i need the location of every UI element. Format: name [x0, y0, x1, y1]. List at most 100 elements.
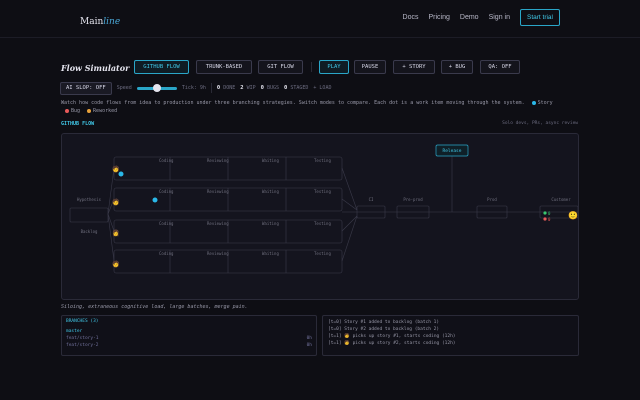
branch-row[interactable]: master — [66, 328, 312, 335]
legend-reworked: Reworked — [83, 108, 117, 114]
branches-panel: BRANCHES (3) master feat/story-1 0h feat/… — [61, 315, 317, 356]
description-text: Watch how code flows from idea to produc… — [61, 100, 525, 106]
pause-button[interactable]: PAUSE — [354, 60, 386, 74]
stat-bugs-value: 0 — [260, 85, 264, 91]
customer-ok-dot — [543, 211, 547, 215]
status-separator — [210, 83, 212, 93]
prod-label: Prod — [487, 197, 497, 202]
stage-labels: Coding Reviewing Waiting Testing Coding … — [159, 158, 331, 256]
simulator-description: Watch how code flows from idea to produc… — [61, 99, 561, 115]
stage-label: Waiting — [262, 189, 279, 194]
flow-canvas: Release Hypothesis Backlog Coding Review… — [61, 133, 579, 300]
flow-diagram: Release Hypothesis Backlog Coding Review… — [69, 144, 578, 274]
developer-icon: 🧑 — [112, 198, 120, 206]
stage-label: Waiting — [262, 221, 279, 226]
stage-label: Reviewing — [207, 251, 229, 256]
start-trial-button[interactable]: Start trial — [519, 8, 560, 26]
stage-label: Coding — [159, 221, 174, 226]
stage-label: Reviewing — [207, 158, 229, 163]
developer-icon: 🧑 — [112, 260, 120, 268]
stage-label: Testing — [314, 251, 331, 256]
tick-readout: Tick: 9h — [181, 85, 206, 91]
logo[interactable]: Mainline — [80, 17, 120, 27]
qa-toggle-button[interactable]: QA: OFF — [480, 60, 520, 74]
nav-links: Docs Pricing Demo Sign in Start trial — [403, 8, 560, 26]
speed-label: Speed — [116, 85, 132, 91]
event-log-panel[interactable]: [t=0] Story #1 added to backlog (batch 1… — [322, 315, 579, 356]
legend-bug: Bug — [61, 108, 80, 114]
stage-label: Coding — [159, 189, 174, 194]
stat-bugs: 0 BUGS — [261, 85, 279, 91]
log-line: [t=0] Story #1 added to backlog (batch 1… — [328, 320, 440, 325]
developer-icon: 🧑 — [112, 165, 120, 173]
log-line: [t=0] Story #2 added to backlog (batch 2… — [328, 327, 440, 332]
stat-staged-value: 0 — [284, 85, 288, 91]
logo-accent-text: line — [103, 17, 121, 27]
legend-story: Story — [528, 100, 553, 106]
stat-staged: 0 STAGED — [284, 85, 308, 91]
stat-done-value: 0 — [216, 85, 221, 91]
log-line: [t=1] 🧑 picks up story #1, starts coding… — [328, 334, 456, 339]
legend-bug-label: Bug — [71, 108, 81, 114]
backlog-label: Backlog — [81, 229, 98, 234]
stage-label: Waiting — [262, 158, 279, 163]
play-button[interactable]: PLAY — [319, 60, 349, 74]
mode-note: Solo devs, PRs, async review — [502, 121, 578, 126]
reworked-dot-icon — [87, 108, 92, 113]
bug-dot-icon — [65, 108, 69, 113]
stage-label: Reviewing — [207, 221, 229, 226]
stat-done: 0 DONE — [217, 85, 235, 91]
ci-label: CI — [369, 197, 374, 202]
mode-git-flow-button[interactable]: GIT FLOW — [258, 60, 303, 74]
stage-label: Coding — [159, 158, 174, 163]
branch-name: feat/story-1 — [66, 336, 99, 341]
nav-link-demo[interactable]: Demo — [460, 14, 479, 21]
stage-label: Waiting — [262, 251, 279, 256]
stage-label: Testing — [314, 221, 331, 226]
add-story-button[interactable]: + STORY — [393, 60, 435, 74]
nav-link-docs[interactable]: Docs — [403, 14, 419, 21]
stat-done-label: DONE — [223, 85, 236, 91]
story-dot-icon — [531, 100, 536, 105]
branch-name: feat/story-2 — [66, 343, 99, 348]
preprod-label: Pre-prod — [403, 197, 423, 202]
nav-link-sign-in[interactable]: Sign in — [489, 14, 510, 21]
stat-wip-label: WIP — [246, 85, 256, 91]
simulator-title: Flow Simulator — [61, 63, 130, 73]
logo-main-text: Main — [80, 17, 104, 27]
customer-label: Customer — [551, 197, 571, 202]
stage-label: Testing — [314, 158, 331, 163]
add-bug-button[interactable]: + BUG — [441, 60, 473, 74]
story-dot — [118, 171, 124, 177]
branch-row[interactable]: feat/story-1 0h — [66, 335, 312, 342]
stage-label: Coding — [159, 251, 174, 256]
stat-wip-value: 2 — [240, 85, 244, 91]
mode-trunk-based-button[interactable]: TRUNK-BASED — [196, 60, 252, 74]
branches-header: BRANCHES (3) — [66, 319, 99, 324]
current-mode-label: GITHUB FLOW — [61, 121, 95, 127]
stage-label: Testing — [314, 189, 331, 194]
canvas-caption: Siloing, extraneous cognitive load, larg… — [61, 304, 248, 310]
nav-link-pricing[interactable]: Pricing — [428, 14, 449, 21]
legend-reworked-label: Reworked — [93, 108, 118, 114]
toolbar-separator — [311, 62, 312, 72]
branch-row[interactable]: feat/story-2 0h — [66, 342, 312, 349]
legend-story-label: Story — [537, 100, 553, 106]
speed-slider-knob[interactable] — [152, 83, 161, 92]
stage-label: Reviewing — [207, 189, 229, 194]
stat-bugs-label: BUGS — [266, 85, 280, 91]
hypothesis-label: Hypothesis — [77, 197, 102, 202]
developer-icon: 👩 — [112, 229, 119, 237]
branch-age: 0h — [306, 336, 312, 341]
speed-slider[interactable] — [136, 83, 177, 92]
backlog-box — [69, 207, 109, 223]
stat-load[interactable]: + LOAD — [313, 85, 331, 91]
customer-face-icon: 🙂 — [568, 211, 578, 220]
log-line: [t=1] 🧑 picks up story #2, starts coding… — [328, 341, 456, 346]
top-nav: Mainline Docs Pricing Demo Sign in Start… — [0, 0, 640, 38]
mode-github-flow-button[interactable]: GITHUB FLOW — [134, 60, 189, 74]
stat-wip: 2 WIP — [240, 85, 255, 91]
stat-staged-label: STAGED — [290, 85, 309, 91]
ai-slop-toggle[interactable]: AI SLOP: OFF — [60, 81, 112, 95]
release-label: Release — [443, 148, 462, 154]
